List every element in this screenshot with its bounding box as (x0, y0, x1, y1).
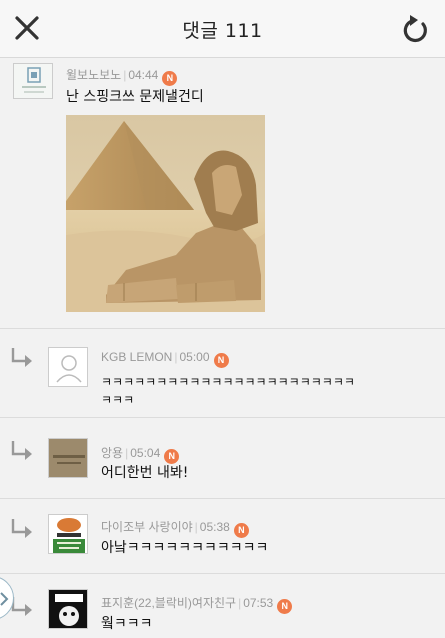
new-badge-icon: N (233, 523, 249, 538)
comment-time: 05:38 (199, 520, 230, 534)
comment-text: 어디한번 내봐! (101, 465, 189, 481)
reply-arrow-icon (11, 519, 32, 538)
comment-meta: KGB LEMON | 05:00 N (101, 350, 229, 368)
avatar[interactable] (48, 514, 88, 554)
page-title: 댓글 111 (182, 20, 263, 42)
comment-time: 05:00 (179, 350, 210, 364)
comment-meta: 다이조부 사랑이야 | 05:38 N (101, 518, 249, 538)
comment-meta: 앙용 | 05:04 N (101, 444, 180, 464)
comment-photo[interactable] (66, 115, 265, 312)
divider (0, 498, 445, 499)
comment-text: ㅋㅋㅋㅋㅋㅋㅋㅋㅋㅋㅋㅋㅋㅋㅋㅋㅋㅋㅋㅋㅋㅋㅋ (101, 375, 355, 389)
avatar[interactable] (48, 589, 88, 629)
comment-text: 아낰ㅋㅋㅋㅋㅋㅋㅋㅋㅋㅋㅋ (101, 540, 269, 556)
comment-time: 07:53 (243, 596, 274, 610)
new-badge-icon: N (213, 353, 229, 368)
reply-arrow-icon (11, 348, 32, 367)
header-bar: 댓글 111 (0, 0, 445, 58)
avatar[interactable] (48, 438, 88, 478)
chevron-right-icon (0, 592, 9, 606)
divider (0, 573, 445, 574)
comment-author[interactable]: 앙용 (101, 446, 123, 460)
avatar[interactable] (48, 347, 88, 387)
comment-text: 웤ㅋㅋㅋ (101, 616, 153, 632)
comment-author[interactable]: KGB LEMON (101, 350, 172, 364)
refresh-icon[interactable] (401, 12, 431, 44)
divider (0, 417, 445, 418)
comment-time: 04:44 (128, 68, 159, 82)
new-badge-icon: N (164, 449, 180, 464)
comment-text-continued: ㅋㅋㅋ (101, 393, 135, 407)
comment-time: 05:04 (130, 446, 161, 460)
new-badge-icon: N (277, 599, 293, 614)
comment-meta: 표지훈(22,블락비)여자친구 | 07:53 N (101, 594, 293, 614)
comment-text: 난 스핑크쓰 문제낼건디 (66, 89, 204, 105)
divider (0, 328, 445, 329)
comment-meta: 윌보노보노 | 04:44 N (66, 66, 178, 86)
comment-author[interactable]: 표지훈(22,블락비)여자친구 (101, 596, 236, 610)
side-drawer-handle[interactable] (0, 576, 14, 620)
reply-arrow-icon (11, 441, 32, 460)
comment-author[interactable]: 다이조부 사랑이야 (101, 520, 193, 534)
new-badge-icon: N (162, 71, 178, 86)
avatar[interactable] (13, 63, 53, 99)
comment-author[interactable]: 윌보노보노 (66, 68, 121, 82)
